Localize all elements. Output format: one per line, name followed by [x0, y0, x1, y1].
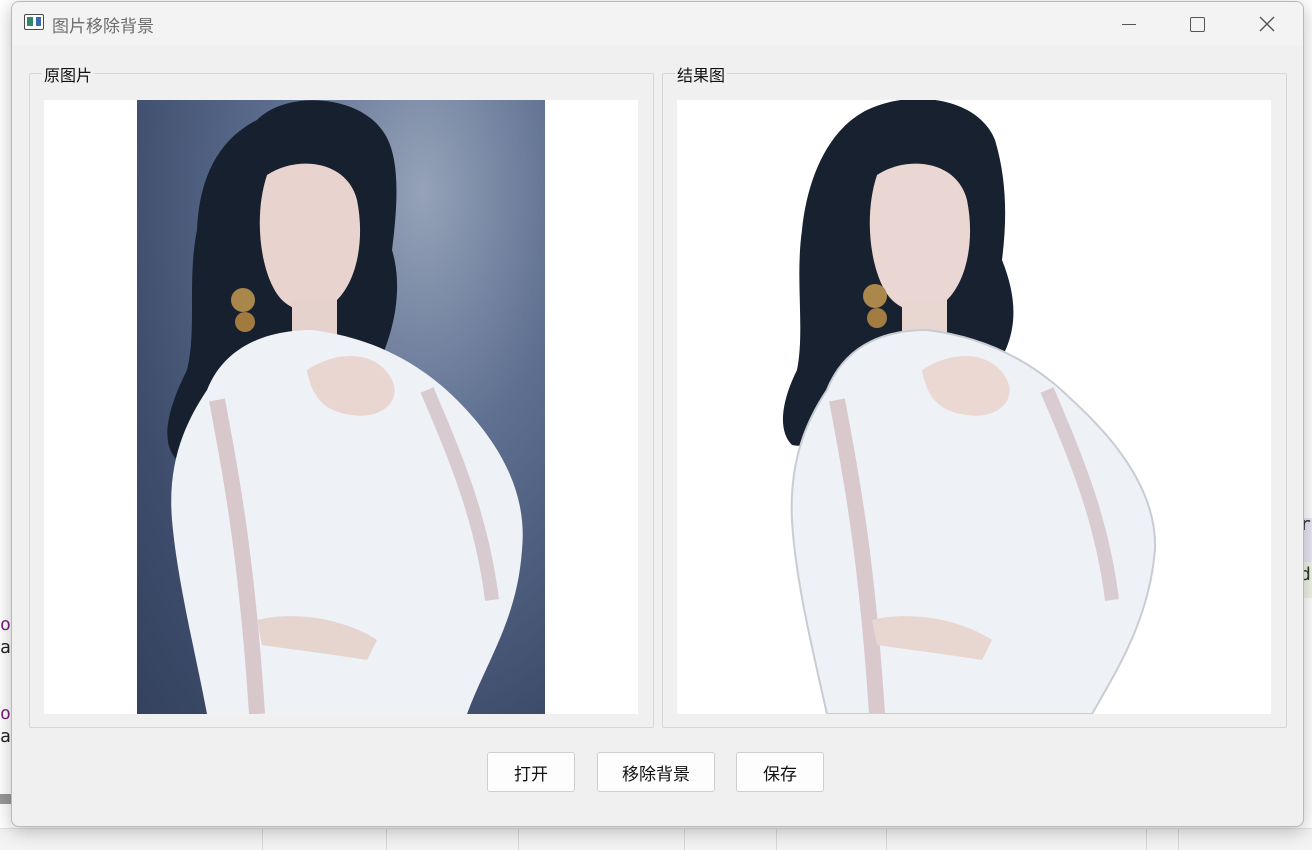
close-icon [1259, 16, 1275, 32]
result-figure [782, 100, 1157, 714]
save-button[interactable]: 保存 [736, 752, 824, 792]
maximize-button[interactable] [1162, 2, 1232, 46]
portrait-figure [167, 100, 523, 714]
minimize-icon [1122, 23, 1136, 25]
action-bar: 打开 移除背景 保存 [12, 752, 1303, 794]
app-window: 图片移除背景 原图片 结果图 打开 移除背景 保存 [11, 1, 1304, 827]
close-button[interactable] [1232, 2, 1302, 46]
original-image-view [44, 100, 638, 714]
original-image-label: 原图片 [42, 62, 95, 86]
app-icon [24, 14, 44, 30]
result-image-view [677, 100, 1271, 714]
result-image-group: 结果图 [662, 62, 1287, 728]
title-bar[interactable]: 图片移除背景 [12, 2, 1303, 46]
result-image-label: 结果图 [675, 62, 728, 86]
background-taskbar-strip [0, 828, 1312, 850]
original-photo [137, 100, 545, 714]
maximize-icon [1189, 16, 1205, 32]
remove-background-button[interactable]: 移除背景 [597, 752, 715, 792]
window-title: 图片移除背景 [52, 17, 154, 37]
open-button[interactable]: 打开 [487, 752, 575, 792]
original-image-group: 原图片 [29, 62, 654, 728]
minimize-button[interactable] [1094, 2, 1164, 46]
